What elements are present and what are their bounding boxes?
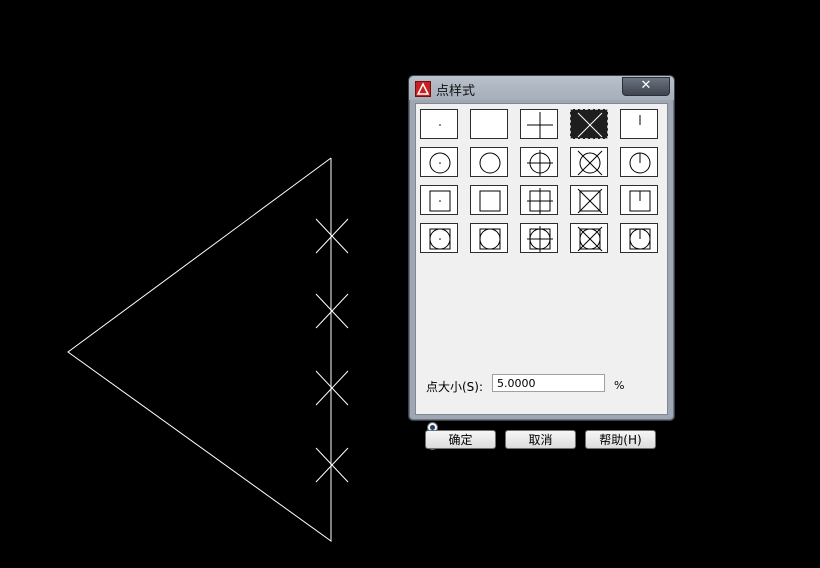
autocad-app-icon bbox=[415, 81, 431, 97]
point-style-square-plus[interactable] bbox=[520, 185, 558, 215]
point-style-circlesquare-x[interactable] bbox=[570, 223, 608, 253]
point-style-icon bbox=[479, 228, 501, 250]
point-marker-1 bbox=[315, 218, 349, 254]
point-marker-2 bbox=[315, 293, 349, 329]
point-style-square-x[interactable] bbox=[570, 185, 608, 215]
point-style-circlesquare[interactable] bbox=[470, 223, 508, 253]
point-style-icon bbox=[429, 152, 451, 174]
point-style-icon bbox=[577, 226, 603, 252]
point-style-square-dot[interactable] bbox=[420, 185, 458, 215]
point-style-icon bbox=[527, 188, 553, 214]
point-style-circle-tick[interactable] bbox=[620, 147, 658, 177]
close-icon: ✕ bbox=[640, 78, 652, 93]
point-style-icon bbox=[527, 226, 553, 252]
point-style-icon bbox=[527, 112, 553, 138]
point-style-icon bbox=[527, 150, 553, 176]
point-style-icon bbox=[429, 190, 451, 212]
point-style-dot[interactable] bbox=[420, 109, 458, 139]
point-style-circle[interactable] bbox=[470, 147, 508, 177]
point-style-icon bbox=[629, 228, 651, 250]
point-style-icon bbox=[471, 110, 509, 140]
point-style-icon bbox=[479, 152, 501, 174]
point-style-icon bbox=[577, 188, 603, 214]
point-style-icon bbox=[577, 150, 603, 176]
point-style-icon bbox=[439, 124, 441, 126]
point-size-input[interactable] bbox=[492, 374, 605, 392]
point-style-circlesquare-dot[interactable] bbox=[420, 223, 458, 253]
point-style-circlesquare-plus[interactable] bbox=[520, 223, 558, 253]
point-style-circle-x[interactable] bbox=[570, 147, 608, 177]
close-button[interactable]: ✕ bbox=[622, 77, 670, 96]
point-style-icon bbox=[629, 152, 651, 174]
point-style-icon bbox=[577, 112, 603, 138]
point-style-tick[interactable] bbox=[620, 109, 658, 139]
point-style-square-tick[interactable] bbox=[620, 185, 658, 215]
cancel-button[interactable]: 取消 bbox=[505, 430, 576, 449]
point-style-circle-plus[interactable] bbox=[520, 147, 558, 177]
point-style-x[interactable] bbox=[570, 109, 608, 139]
point-style-none[interactable] bbox=[470, 109, 508, 139]
dialog-titlebar[interactable]: 点样式 ✕ bbox=[409, 76, 674, 100]
point-style-plus[interactable] bbox=[520, 109, 558, 139]
point-marker-4 bbox=[315, 447, 349, 483]
point-marker-3 bbox=[315, 370, 349, 406]
point-style-icon bbox=[639, 115, 641, 125]
point-style-dialog: 点样式 ✕ 点大小(S): % 相对于屏幕设置大小(R) 按绝对单位设置大小(A… bbox=[408, 75, 675, 453]
dialog-client-area: 点大小(S): % 相对于屏幕设置大小(R) 按绝对单位设置大小(A) bbox=[415, 103, 668, 453]
point-style-icon bbox=[479, 190, 501, 212]
point-size-label: 点大小(S): bbox=[426, 380, 484, 394]
point-style-circlesquare-tick[interactable] bbox=[620, 223, 658, 253]
dialog-title: 点样式 bbox=[436, 84, 476, 99]
ok-button[interactable]: 确定 bbox=[425, 430, 496, 449]
triangle-polyline bbox=[67, 157, 332, 542]
point-style-icon bbox=[429, 228, 451, 250]
help-button[interactable]: 帮助(H) bbox=[585, 430, 656, 449]
percent-unit-label: % bbox=[614, 379, 625, 392]
point-style-circle-dot[interactable] bbox=[420, 147, 458, 177]
point-style-square[interactable] bbox=[470, 185, 508, 215]
point-style-icon bbox=[629, 190, 651, 212]
